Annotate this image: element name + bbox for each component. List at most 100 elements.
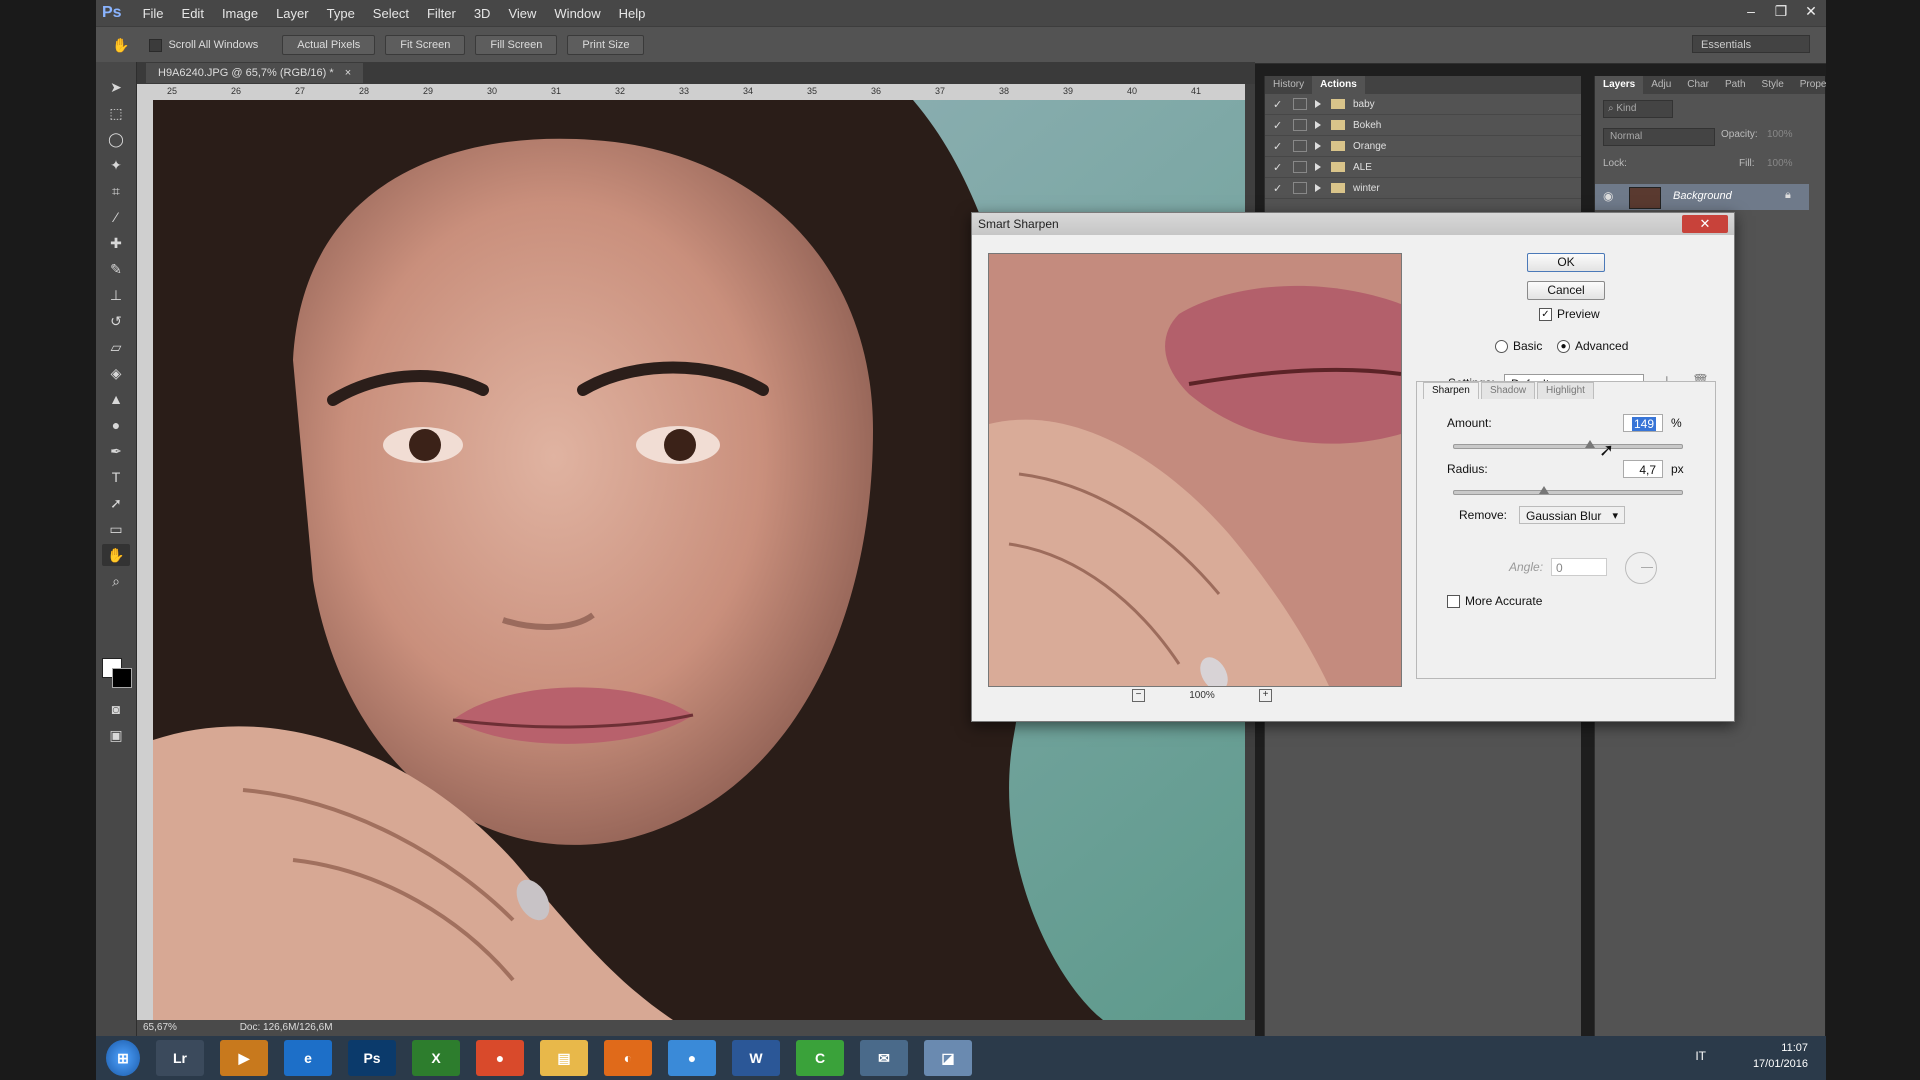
expand-triangle-icon[interactable] (1315, 100, 1321, 108)
taskbar-app-icon[interactable]: Lr (156, 1040, 204, 1076)
menu-select[interactable]: Select (364, 6, 418, 21)
action-set-row[interactable]: ✓ Orange (1265, 136, 1581, 157)
workspace-select[interactable]: Essentials (1692, 35, 1810, 53)
document-tab[interactable]: H9A6240.JPG @ 65,7% (RGB/16) * × (146, 63, 364, 83)
zoom-in-icon[interactable]: + (1258, 689, 1272, 702)
action-set-row[interactable]: ✓ Bokeh (1265, 115, 1581, 136)
eraser-tool-icon[interactable]: ▱ (102, 336, 130, 358)
taskbar-app-icon[interactable]: ◐ (604, 1040, 652, 1076)
ok-button[interactable]: OK (1527, 253, 1605, 272)
eyedropper-tool-icon[interactable]: ⁄ (102, 206, 130, 228)
filter-preview[interactable] (988, 253, 1402, 687)
background-color-swatch[interactable] (112, 668, 132, 688)
dialog-close-button[interactable]: ✕ (1682, 215, 1728, 233)
basic-radio[interactable]: Basic (1495, 339, 1542, 353)
tab-history[interactable]: History (1265, 76, 1312, 94)
menu-view[interactable]: View (499, 6, 545, 21)
taskbar-app-icon[interactable]: W (732, 1040, 780, 1076)
tab-layers[interactable]: Layers (1595, 76, 1644, 94)
menu-type[interactable]: Type (318, 6, 364, 21)
dialog-toggle-icon[interactable] (1293, 182, 1307, 194)
close-tab-icon[interactable]: × (345, 67, 351, 79)
action-toggle-check[interactable]: ✓ (1273, 140, 1287, 153)
close-button[interactable]: ✕ (1796, 0, 1826, 22)
tab-highlight[interactable]: Highlight (1537, 382, 1594, 399)
layer-name[interactable]: Background (1673, 190, 1732, 202)
layer-row-background[interactable]: ◉ Background 🔒︎ (1595, 184, 1809, 210)
amount-slider[interactable] (1453, 444, 1683, 449)
clock[interactable]: 11:07 17/01/2016 (1753, 1040, 1808, 1072)
print-size-button[interactable]: Print Size (567, 35, 645, 55)
minimize-button[interactable]: – (1736, 0, 1766, 22)
action-set-row[interactable]: ✓ winter (1265, 178, 1581, 199)
expand-triangle-icon[interactable] (1315, 121, 1321, 129)
dialog-toggle-icon[interactable] (1293, 161, 1307, 173)
dialog-toggle-icon[interactable] (1293, 140, 1307, 152)
dialog-toggle-icon[interactable] (1293, 98, 1307, 110)
action-toggle-check[interactable]: ✓ (1273, 182, 1287, 195)
menu-image[interactable]: Image (213, 6, 267, 21)
brush-tool-icon[interactable]: ✎ (102, 258, 130, 280)
stamp-tool-icon[interactable]: ⊥ (102, 284, 130, 306)
menu-file[interactable]: File (134, 6, 173, 21)
radius-input[interactable]: 4,7 (1623, 460, 1663, 478)
magic-wand-tool-icon[interactable]: ✦ (102, 154, 130, 176)
shape-tool-icon[interactable]: ▭ (102, 518, 130, 540)
scroll-all-windows-checkbox[interactable]: Scroll All Windows (149, 38, 258, 52)
tab-actions[interactable]: Actions (1312, 76, 1365, 94)
zoom-status[interactable]: 65,67% (143, 1022, 177, 1033)
taskbar-app-icon[interactable]: ● (668, 1040, 716, 1076)
taskbar-app-icon[interactable]: ● (476, 1040, 524, 1076)
pen-tool-icon[interactable]: ✒ (102, 440, 130, 462)
bucket-tool-icon[interactable]: ◈ (102, 362, 130, 384)
zoom-tool-icon[interactable]: ⌕ (102, 570, 130, 592)
preview-checkbox[interactable]: ✓ Preview (1539, 307, 1600, 321)
taskbar-app-icon[interactable]: C (796, 1040, 844, 1076)
screen-mode-icon[interactable]: ▣ (102, 724, 130, 746)
taskbar-app-icon[interactable]: e (284, 1040, 332, 1076)
tab-adjustments[interactable]: Adju (1643, 76, 1679, 94)
menu-help[interactable]: Help (610, 6, 655, 21)
remove-select[interactable]: Gaussian Blur (1519, 506, 1625, 525)
radius-slider-thumb[interactable] (1539, 486, 1550, 494)
layer-filter-select[interactable]: ⌕ Kind (1603, 100, 1673, 118)
taskbar-app-icon[interactable]: ◪ (924, 1040, 972, 1076)
menu-window[interactable]: Window (545, 6, 609, 21)
dialog-toggle-icon[interactable] (1293, 119, 1307, 131)
fill-screen-button[interactable]: Fill Screen (475, 35, 558, 55)
taskbar-app-icon[interactable]: ▤ (540, 1040, 588, 1076)
amount-input[interactable]: 149 (1623, 414, 1663, 432)
lasso-tool-icon[interactable]: ◯ (102, 128, 130, 150)
marquee-tool-icon[interactable]: ⬚ (102, 102, 130, 124)
actual-pixels-button[interactable]: Actual Pixels (282, 35, 376, 55)
tab-shadow[interactable]: Shadow (1481, 382, 1536, 399)
path-selection-tool-icon[interactable]: ➚ (102, 492, 130, 514)
angle-input[interactable]: 0 (1551, 558, 1607, 576)
menu-3d[interactable]: 3D (465, 6, 500, 21)
advanced-radio[interactable]: ● Advanced (1557, 339, 1628, 353)
eye-icon[interactable]: ◉ (1603, 189, 1613, 203)
opacity-value[interactable]: 100% (1767, 129, 1793, 140)
expand-triangle-icon[interactable] (1315, 184, 1321, 192)
move-tool-icon[interactable]: ➤ (102, 76, 130, 98)
dialog-title-bar[interactable]: Smart Sharpen ✕ (972, 213, 1734, 235)
type-tool-icon[interactable]: T (102, 466, 130, 488)
tab-properties[interactable]: Prope (1792, 76, 1835, 94)
angle-dial[interactable] (1625, 552, 1657, 584)
hand-tool-icon[interactable]: ✋ (102, 544, 130, 566)
start-button[interactable]: ⊞ (106, 1040, 140, 1076)
action-set-row[interactable]: ✓ ALE (1265, 157, 1581, 178)
radius-slider[interactable] (1453, 490, 1683, 495)
blend-mode-select[interactable]: Normal (1603, 128, 1715, 146)
zoom-out-icon[interactable]: − (1132, 689, 1145, 702)
action-toggle-check[interactable]: ✓ (1273, 161, 1287, 174)
healing-tool-icon[interactable]: ✚ (102, 232, 130, 254)
tab-sharpen[interactable]: Sharpen (1423, 382, 1479, 399)
doc-info[interactable]: Doc: 126,6M/126,6M (240, 1022, 333, 1033)
blur-tool-icon[interactable]: ▲ (102, 388, 130, 410)
expand-triangle-icon[interactable] (1315, 142, 1321, 150)
language-indicator[interactable]: IT (1695, 1049, 1706, 1063)
crop-tool-icon[interactable]: ⌗ (102, 180, 130, 202)
dodge-tool-icon[interactable]: ● (102, 414, 130, 436)
fill-value[interactable]: 100% (1767, 158, 1793, 169)
